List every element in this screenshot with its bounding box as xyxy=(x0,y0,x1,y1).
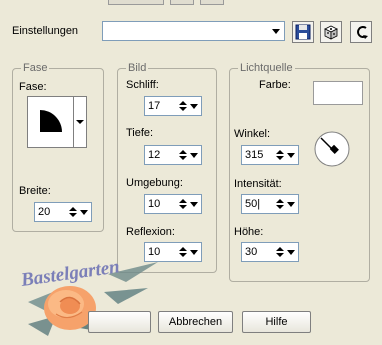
winkel-label: Winkel: xyxy=(234,128,271,140)
dropdown-arrow-icon[interactable] xyxy=(189,152,198,158)
spin-arrows[interactable] xyxy=(178,199,187,209)
umgebung-value[interactable]: 10 xyxy=(145,195,175,213)
umgebung-label: Umgebung: xyxy=(126,177,183,189)
randomize-button[interactable] xyxy=(320,21,342,43)
intensitaet-spinner[interactable]: 50 xyxy=(241,194,299,214)
spin-arrows[interactable] xyxy=(68,207,77,217)
breite-label: Breite: xyxy=(19,185,51,197)
watermark-text: Bastelgarten xyxy=(19,256,121,291)
dropdown-arrow-icon[interactable] xyxy=(189,103,198,109)
winkel-value[interactable]: 315 xyxy=(242,146,272,164)
top-tab xyxy=(108,0,164,5)
chevron-down-icon xyxy=(76,120,84,124)
farbe-label: Farbe: xyxy=(259,79,291,91)
hoehe-value[interactable]: 30 xyxy=(242,243,272,261)
chevron-down-icon[interactable] xyxy=(268,22,284,40)
fase-label: Fase: xyxy=(19,81,47,93)
bevel-shape-picker[interactable] xyxy=(27,96,87,148)
top-tab xyxy=(200,0,224,5)
dropdown-arrow-icon[interactable] xyxy=(286,249,295,255)
cancel-button-label: Abbrechen xyxy=(168,316,223,328)
spin-arrows[interactable] xyxy=(178,101,187,111)
spin-arrows[interactable] xyxy=(178,247,187,257)
help-button-label: Hilfe xyxy=(265,316,288,328)
umgebung-spinner[interactable]: 10 xyxy=(144,194,202,214)
schliff-spinner[interactable]: 17 xyxy=(144,96,202,116)
reflexion-label: Reflexion: xyxy=(126,226,175,238)
bevel-shape-preview xyxy=(40,110,62,132)
cancel-button[interactable]: Abbrechen xyxy=(158,311,233,333)
save-preset-button[interactable] xyxy=(292,21,314,43)
hoehe-spinner[interactable]: 30 xyxy=(241,242,299,262)
undo-icon xyxy=(357,26,368,39)
tiefe-label: Tiefe: xyxy=(126,127,154,139)
schliff-value[interactable]: 17 xyxy=(145,97,175,115)
top-tab xyxy=(170,0,194,5)
hoehe-label: Höhe: xyxy=(234,226,264,238)
dropdown-arrow-icon[interactable] xyxy=(286,152,295,158)
ok-button[interactable] xyxy=(88,311,151,333)
angle-dial[interactable] xyxy=(313,130,351,168)
spin-arrows[interactable] xyxy=(275,150,284,160)
bevel-shape-dropdown[interactable] xyxy=(73,97,86,147)
dropdown-arrow-icon[interactable] xyxy=(189,201,198,207)
help-button[interactable]: Hilfe xyxy=(242,311,311,333)
reset-button[interactable] xyxy=(350,21,372,43)
preset-combo[interactable] xyxy=(102,21,285,41)
tiefe-spinner[interactable]: 12 xyxy=(144,145,202,165)
dice-icon xyxy=(324,25,338,40)
fase-group-title: Fase xyxy=(21,62,50,74)
spin-arrows[interactable] xyxy=(275,247,284,257)
dropdown-arrow-icon[interactable] xyxy=(79,209,88,215)
spin-arrows[interactable] xyxy=(178,150,187,160)
preset-label: Einstellungen xyxy=(12,25,79,37)
dropdown-arrow-icon[interactable] xyxy=(189,249,198,255)
top-strip xyxy=(0,0,382,6)
breite-value[interactable]: 20 xyxy=(35,203,65,221)
bild-group-title: Bild xyxy=(126,62,149,74)
tiefe-value[interactable]: 12 xyxy=(145,146,175,164)
dropdown-arrow-icon[interactable] xyxy=(286,201,295,207)
spin-arrows[interactable] xyxy=(275,199,284,209)
lichtquelle-group-title: Lichtquelle xyxy=(238,62,295,74)
breite-spinner[interactable]: 20 xyxy=(34,202,92,222)
intensitaet-label: Intensität: xyxy=(234,178,282,190)
save-icon xyxy=(295,24,311,40)
intensitaet-value[interactable]: 50 xyxy=(242,195,272,213)
schliff-label: Schliff: xyxy=(126,79,159,91)
light-color-swatch[interactable] xyxy=(313,81,363,105)
winkel-spinner[interactable]: 315 xyxy=(241,145,299,165)
